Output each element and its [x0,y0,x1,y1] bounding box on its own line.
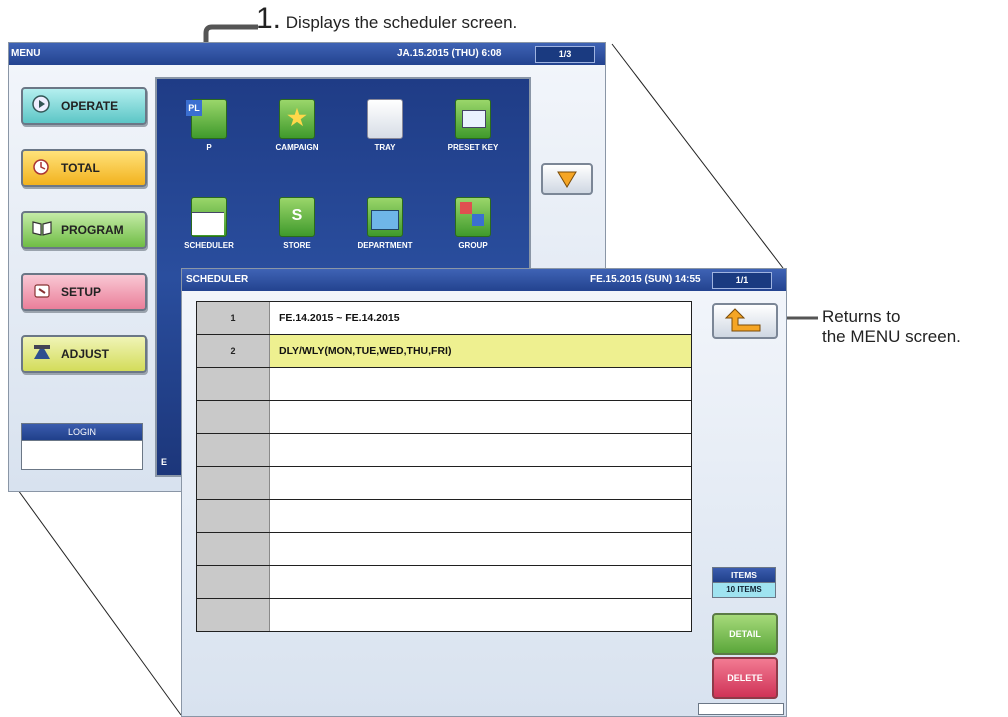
app-scheduler[interactable]: SCHEDULER [165,197,253,250]
step-text: Displays the scheduler screen. [285,13,518,32]
schedule-row[interactable] [196,565,692,598]
scheduler-screen: SCHEDULER FE.15.2015 (SUN) 14:55 1/1 1 FE… [181,268,787,717]
folder-icon [367,197,403,237]
row-number [197,599,270,631]
menu-title: MENU [11,48,41,59]
step1-callout: 1. Displays the scheduler screen. [256,4,517,34]
adjust-label: ADJUST [61,347,110,361]
app-department[interactable]: DEPARTMENT [341,197,429,250]
menu-page-indicator: 1/3 [535,46,595,63]
triangle-down-icon [557,171,577,188]
login-field[interactable] [21,440,143,470]
store-icon: S [279,197,315,237]
row-number [197,467,270,499]
app-preset-key-label: PRESET KEY [447,143,499,152]
schedule-row[interactable] [196,367,692,400]
operate-label: OPERATE [61,99,119,113]
total-button[interactable]: TOTAL [21,149,147,187]
app-store-label: STORE [283,241,311,250]
row-text: FE.14.2015 ~ FE.14.2015 [279,312,400,324]
step-number: 1. [256,2,282,35]
row-number [197,401,270,433]
row-number [197,368,270,400]
row-number: 2 [197,335,270,367]
row-number [197,434,270,466]
return-arrow-icon [724,308,761,332]
setup-label: SETUP [61,285,102,299]
return-callout: Returns to the MENU screen. [822,307,961,347]
calendar-icon [191,197,227,237]
page-down-button[interactable] [541,163,593,195]
book-icon [32,221,52,236]
schedule-list: 1 FE.14.2015 ~ FE.14.2015 2 DLY/WLY(MON,TU… [196,301,692,632]
schedule-row[interactable]: 1 FE.14.2015 ~ FE.14.2015 [196,301,692,334]
row-number [197,500,270,532]
schedule-row[interactable] [196,466,692,499]
row-text: DLY/WLY(MON,TUE,WED,THU,FRI) [279,345,452,357]
delete-button[interactable]: DELETE [712,657,778,699]
clipped-label: E [161,457,168,467]
schedule-row[interactable] [196,400,692,433]
schedule-row[interactable]: 2 DLY/WLY(MON,TUE,WED,THU,FRI) [196,334,692,367]
app-department-label: DEPARTMENT [357,241,413,250]
play-icon [32,95,50,113]
program-label: PROGRAM [61,223,124,237]
app-scheduler-label: SCHEDULER [184,241,234,250]
menu-datetime: JA.15.2015 (THU) 6:08 [397,48,502,59]
items-count-title: ITEMS [712,567,776,583]
total-label: TOTAL [61,161,100,175]
row-number: 1 [197,302,270,334]
schedule-row[interactable] [196,598,692,632]
row-number [197,533,270,565]
group-icon [455,197,491,237]
menu-titlebar: MENU JA.15.2015 (THU) 6:08 1/3 [9,43,605,65]
app-plu-label: P [206,143,212,152]
zoom-line-top [611,43,784,269]
app-tray[interactable]: TRAY [341,99,429,152]
app-campaign[interactable]: ★ CAMPAIGN [253,99,341,152]
schedule-row[interactable] [196,532,692,565]
app-plu[interactable]: PL P [165,99,253,152]
program-button[interactable]: PROGRAM [21,211,147,249]
plu-icon: PL [186,99,227,139]
status-field [698,703,784,715]
return-button[interactable] [712,303,778,339]
app-group-label: GROUP [458,241,488,250]
app-group[interactable]: GROUP [429,197,517,250]
return-note-line1: Returns to [822,307,901,326]
operate-button[interactable]: OPERATE [21,87,147,125]
scheduler-title: SCHEDULER [186,274,249,285]
clock-icon [33,159,49,175]
app-store[interactable]: S STORE [253,197,341,250]
return-note-line2: the MENU screen. [822,327,961,346]
preset-key-icon [455,99,491,139]
scheduler-titlebar: SCHEDULER FE.15.2015 (SUN) 14:55 1/1 [182,269,786,291]
login-title: LOGIN [21,423,143,441]
zoom-line-bottom [17,489,182,716]
schedule-row[interactable] [196,499,692,532]
scheduler-page-indicator: 1/1 [712,272,772,289]
scheduler-datetime: FE.15.2015 (SUN) 14:55 [590,274,701,285]
row-number [197,566,270,598]
app-preset-key[interactable]: PRESET KEY [429,99,517,152]
schedule-row[interactable] [196,433,692,466]
scale-icon [34,345,50,359]
tray-icon [367,99,403,139]
app-tray-label: TRAY [374,143,396,152]
star-icon: ★ [279,99,315,139]
items-count-value: 10 ITEMS [712,582,776,598]
setup-button[interactable]: SETUP [21,273,147,311]
detail-button[interactable]: DETAIL [712,613,778,655]
adjust-button[interactable]: ADJUST [21,335,147,373]
wrench-icon [34,284,50,298]
app-campaign-label: CAMPAIGN [275,143,319,152]
